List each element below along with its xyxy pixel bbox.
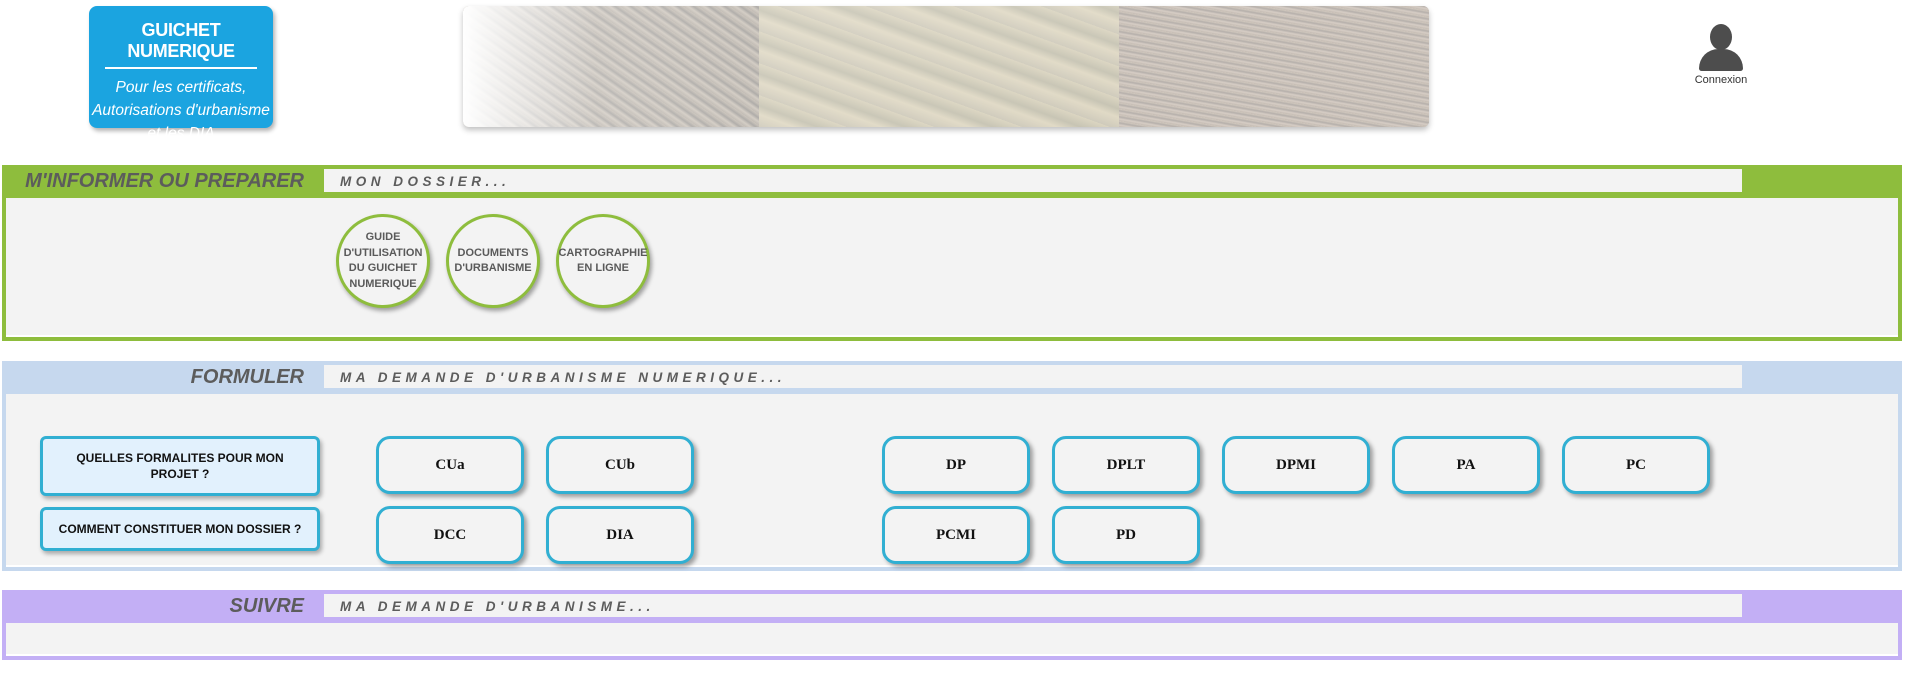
form-cua-button[interactable]: CUa [376,436,524,494]
guide-utilisation-button[interactable]: GUIDE D'UTILISATION DU GUICHET NUMERIQUE [336,214,430,308]
circle-label-line: GUIDE [365,231,401,243]
section-inform: M'INFORMER OU PREPARER MON DOSSIER... GU… [2,165,1902,341]
form-dplt-button[interactable]: DPLT [1052,436,1200,494]
circle-label-line: D'UTILISATION [343,246,423,259]
formalites-projet-button[interactable]: QUELLES FORMALITES POUR MON PROJET ? [40,436,320,496]
section-formuler-header: FORMULER MA DEMANDE D'URBANISME NUMERIQU… [6,365,1898,391]
section-suivre-subtitle: MA DEMANDE D'URBANISME... [324,594,1742,617]
section-suivre-title: SUIVRE [229,595,304,617]
section-formuler-subtitle: MA DEMANDE D'URBANISME NUMERIQUE... [324,365,1742,388]
logo-subtitle-line: Pour les certificats, [115,79,247,96]
circle-label-line: DOCUMENTS [457,246,529,259]
section-inform-subtitle: MON DOSSIER... [324,169,1742,192]
circle-label-line: D'URBANISME [454,262,532,274]
aerial-banner-image [463,6,1429,127]
form-dp-button[interactable]: DP [882,436,1030,494]
form-pd-button[interactable]: PD [1052,506,1200,564]
circle-label-line: DU GUICHET [348,262,418,274]
section-suivre-header: SUIVRE MA DEMANDE D'URBANISME... [6,594,1898,620]
banner-overlay [463,6,1429,127]
section-inform-title: M'INFORMER OU PREPARER [25,170,304,192]
login-label: Connexion [1694,74,1748,86]
section-suivre-body [6,620,1898,654]
section-formuler-body: QUELLES FORMALITES POUR MON PROJET ? COM… [6,391,1898,565]
logo-title: GUICHET NUMERIQUE [127,20,235,61]
user-icon [1696,22,1746,72]
login-button[interactable]: Connexion [1684,22,1758,86]
circle-label-line: NUMERIQUE [349,277,417,290]
circle-label-line: CARTOGRAPHIE [558,246,648,259]
form-pa-button[interactable]: PA [1392,436,1540,494]
section-inform-body: GUIDE D'UTILISATION DU GUICHET NUMERIQUE… [6,195,1898,335]
section-formuler-title: FORMULER [190,366,304,388]
form-pcmi-button[interactable]: PCMI [882,506,1030,564]
logo-subtitle-line: Autorisations d'urbanisme [92,102,270,119]
circle-label-line: EN LIGNE [577,262,629,274]
constituer-dossier-button[interactable]: COMMENT CONSTITUER MON DOSSIER ? [40,507,320,551]
form-dcc-button[interactable]: DCC [376,506,524,564]
cartographie-en-ligne-button[interactable]: CARTOGRAPHIE EN LIGNE [556,214,650,308]
form-cub-button[interactable]: CUb [546,436,694,494]
form-pc-button[interactable]: PC [1562,436,1710,494]
section-suivre: SUIVRE MA DEMANDE D'URBANISME... [2,590,1902,660]
logo-divider [105,67,257,69]
logo-subtitle-line: et les DIA [147,125,215,142]
documents-urbanisme-button[interactable]: DOCUMENTS D'URBANISME [446,214,540,308]
form-dpmi-button[interactable]: DPMI [1222,436,1370,494]
section-formuler: FORMULER MA DEMANDE D'URBANISME NUMERIQU… [2,361,1902,571]
section-inform-header: M'INFORMER OU PREPARER MON DOSSIER... [6,169,1898,195]
guichet-logo[interactable]: GUICHET NUMERIQUE Pour les certificats, … [89,6,273,142]
logo-subtitle: Pour les certificats, Autorisations d'ur… [89,76,273,145]
form-dia-button[interactable]: DIA [546,506,694,564]
